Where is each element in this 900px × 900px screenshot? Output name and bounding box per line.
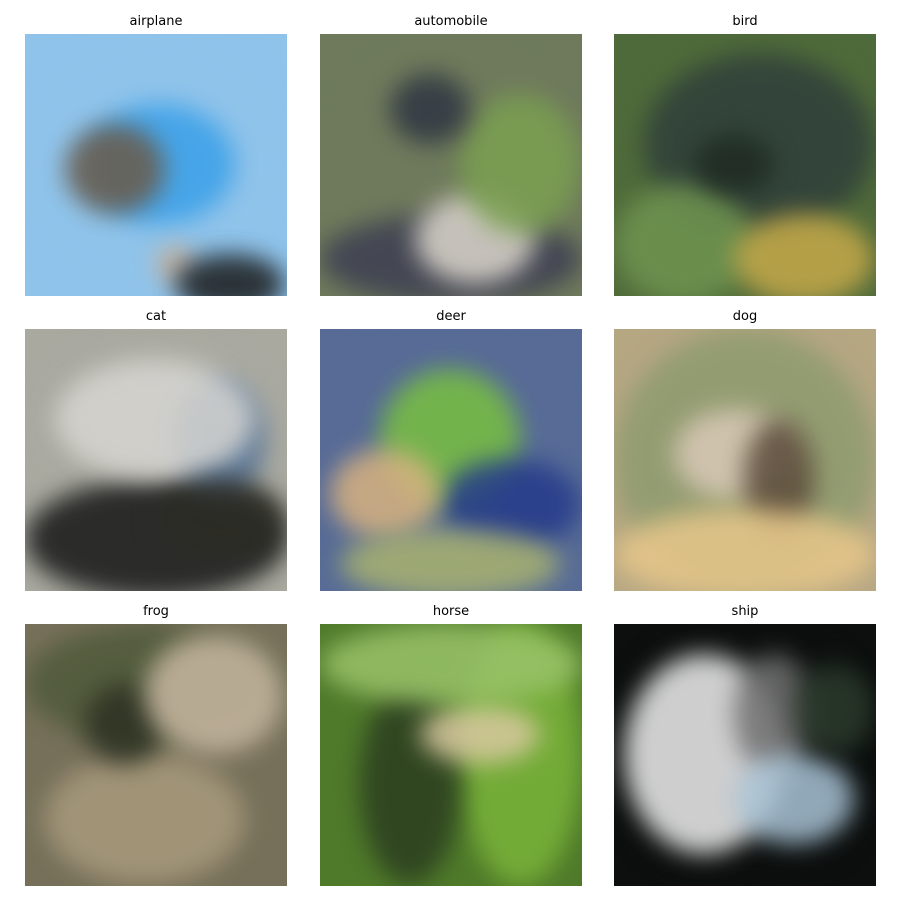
image-blob (614, 184, 754, 296)
image-blob (420, 704, 540, 764)
panel-title: frog (143, 604, 169, 619)
panel-image (25, 624, 287, 886)
panel-title: bird (732, 14, 758, 29)
panel-image (614, 34, 876, 296)
image-blob (390, 74, 470, 144)
panel-image (320, 34, 582, 296)
panel-title: dog (732, 309, 758, 324)
image-blob (145, 634, 285, 754)
image-blob (734, 214, 874, 296)
image-blob (320, 624, 582, 704)
image-blob (330, 449, 440, 539)
panel-image (320, 624, 582, 886)
panel-image (25, 34, 287, 296)
image-blob (340, 529, 560, 591)
panel-title: horse (432, 604, 470, 619)
image-blob (794, 664, 874, 754)
panel-title: airplane (129, 14, 183, 29)
image-blob (614, 509, 876, 591)
image-blob (155, 479, 285, 559)
panel-image (25, 329, 287, 591)
image-blob (65, 124, 165, 214)
panel-image (614, 624, 876, 886)
panel-image (320, 329, 582, 591)
panel-title: cat (145, 309, 167, 324)
panel-title: deer (436, 309, 466, 324)
image-blob (734, 754, 854, 844)
image-blob (694, 134, 774, 194)
image-blob (45, 754, 245, 884)
panel-title: ship (731, 604, 759, 619)
image-blob (460, 94, 580, 234)
image-blob (55, 359, 255, 479)
panel-image (614, 329, 876, 591)
panel-title: automobile (414, 14, 488, 29)
